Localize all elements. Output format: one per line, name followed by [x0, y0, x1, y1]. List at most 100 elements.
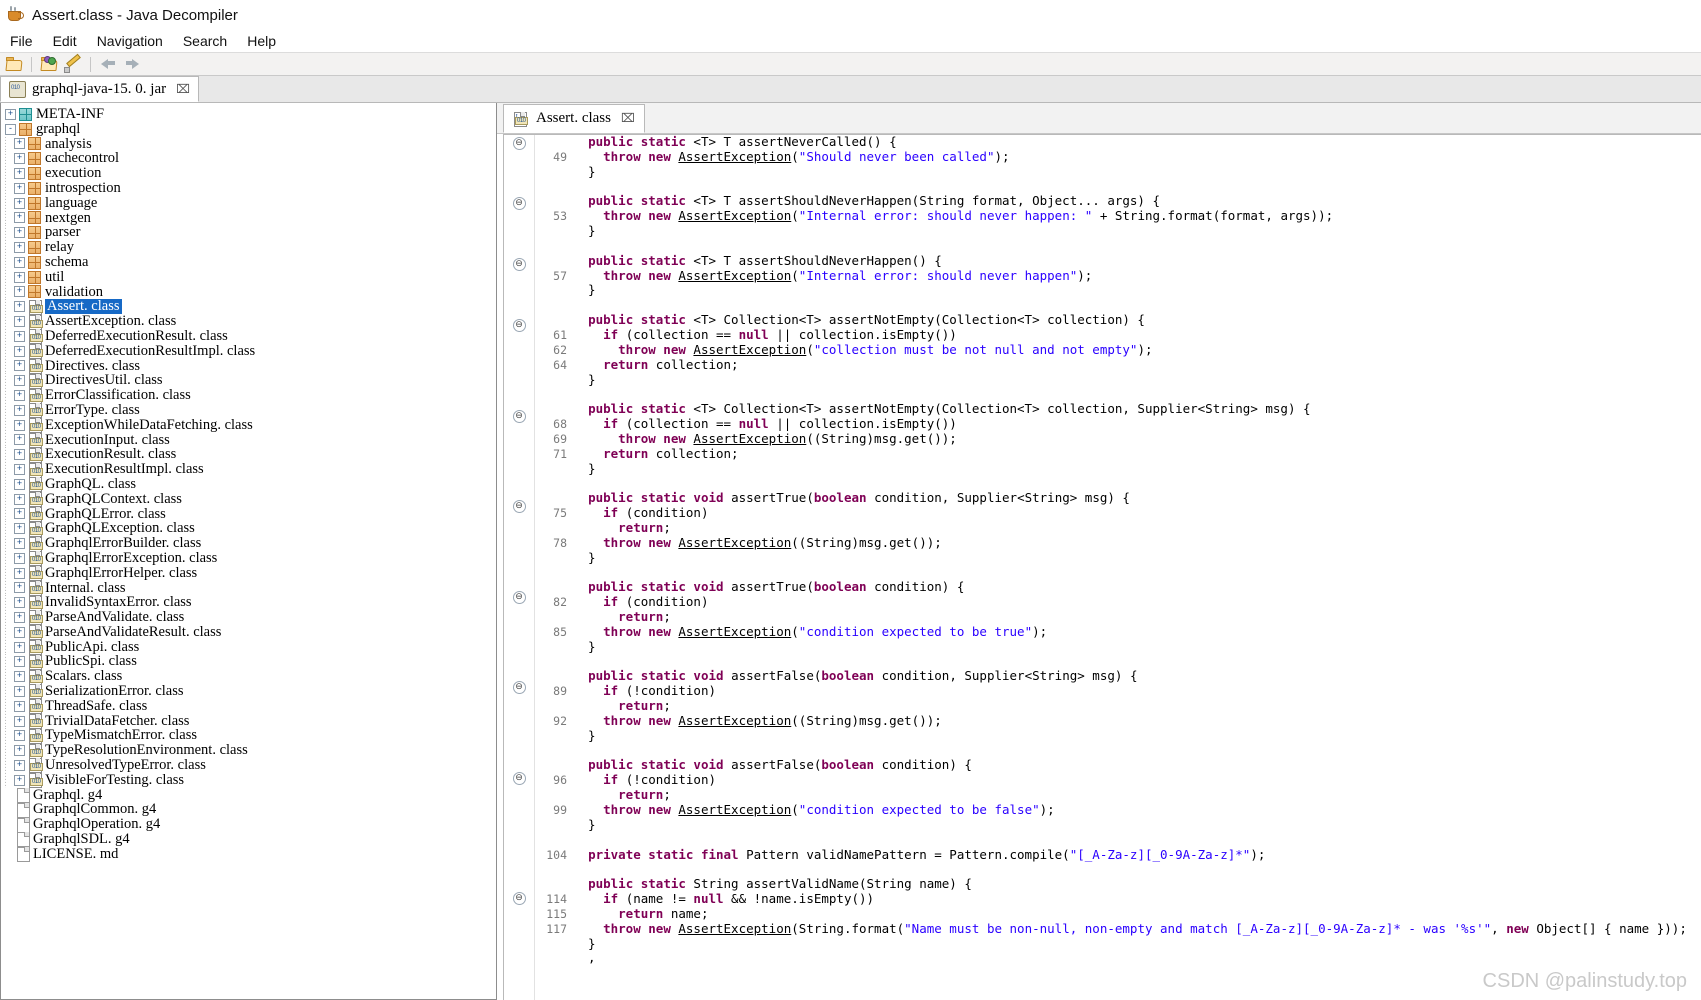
fold-marker[interactable]: ⊖	[512, 197, 526, 211]
tree-item[interactable]: LICENSE. md	[5, 847, 496, 863]
open-type-icon[interactable]	[39, 55, 59, 73]
code-line[interactable]: }	[573, 372, 1701, 388]
tree-item[interactable]: + execution	[5, 166, 496, 181]
tree-item[interactable]: +J010GraphQLContext. class	[5, 491, 496, 508]
tree-item[interactable]: + parser	[5, 225, 496, 241]
expand-toggle-icon[interactable]: +	[14, 419, 25, 431]
code-line[interactable]: public static <T> Collection<T> assertNo…	[573, 401, 1701, 417]
tree-item[interactable]: +J010ParseAndValidateResult. class	[5, 625, 496, 641]
fold-marker[interactable]: ⊖	[512, 590, 526, 604]
menu-item-file[interactable]: File	[8, 32, 35, 50]
code-line[interactable]	[573, 239, 1701, 254]
fold-marker[interactable]: ⊖	[512, 319, 526, 333]
expand-toggle-icon[interactable]: +	[14, 212, 25, 224]
code-line[interactable]: return;	[573, 520, 1701, 536]
code-line[interactable]: return;	[573, 698, 1701, 714]
expand-toggle-icon[interactable]: +	[14, 626, 25, 638]
fold-toggle-icon[interactable]: ⊖	[504, 409, 534, 425]
menu-item-search[interactable]: Search	[181, 32, 229, 50]
fold-marker[interactable]: ⊖	[512, 409, 526, 423]
tree-item[interactable]: +J010DeferredExecutionResult. class	[5, 329, 496, 345]
expand-toggle-icon[interactable]: +	[14, 730, 25, 742]
jar-tab[interactable]: graphql-java-15. 0. jar ⌧	[0, 76, 199, 102]
tree-item[interactable]: +J010ExceptionWhileDataFetching. class	[5, 417, 496, 434]
expand-toggle-icon[interactable]: +	[14, 552, 25, 564]
code-line[interactable]	[573, 655, 1701, 670]
code-line[interactable]: throw new AssertException("Internal erro…	[573, 268, 1701, 284]
close-icon[interactable]: ⌧	[621, 111, 635, 126]
code-line[interactable]: public static <T> T assertShouldNeverHap…	[573, 253, 1701, 269]
code-line[interactable]: if (condition)	[573, 505, 1701, 521]
expand-toggle-icon[interactable]: +	[14, 464, 25, 476]
fold-toggle-icon[interactable]: ⊖	[504, 319, 534, 334]
tree-item[interactable]: +J010TypeMismatchError. class	[5, 728, 496, 744]
expand-toggle-icon[interactable]: +	[14, 656, 25, 668]
fold-toggle-icon[interactable]: ⊖	[504, 500, 534, 515]
code-line[interactable]: }	[573, 728, 1701, 744]
expand-toggle-icon[interactable]: +	[14, 330, 25, 342]
tree-item[interactable]: +J010GraphqlErrorBuilder. class	[5, 536, 496, 552]
menu-item-help[interactable]: Help	[245, 32, 278, 50]
code-line[interactable]: public static String assertValidName(Str…	[573, 876, 1701, 892]
expand-toggle-icon[interactable]: +	[14, 493, 25, 505]
expand-toggle-icon[interactable]: +	[14, 611, 25, 623]
expand-toggle-icon[interactable]: +	[14, 345, 25, 357]
code-line[interactable]	[573, 565, 1701, 580]
fold-toggle-icon[interactable]: ⊖	[504, 892, 534, 907]
code-line[interactable]: public static void assertFalse(boolean c…	[573, 758, 1701, 773]
tree-item[interactable]: + schema	[5, 255, 496, 270]
code-line[interactable]	[573, 476, 1701, 491]
expand-toggle-icon[interactable]: +	[14, 182, 25, 194]
code-line[interactable]: public static <T> T assertNeverCalled() …	[573, 135, 1701, 150]
code-line[interactable]: throw new AssertException("condition exp…	[573, 624, 1701, 640]
tree-item[interactable]: + language	[5, 195, 496, 211]
tree-item[interactable]: - graphql	[5, 121, 496, 137]
expand-toggle-icon[interactable]: +	[14, 375, 25, 387]
tree-item[interactable]: + analysis	[5, 136, 496, 152]
code-line[interactable]: return collection;	[573, 446, 1701, 462]
tree-item[interactable]: +J010GraphQLError. class	[5, 506, 496, 522]
tree-item[interactable]: + introspection	[5, 181, 496, 196]
code-content[interactable]: public static <T> T assertNeverCalled() …	[573, 135, 1701, 1000]
code-line[interactable]: throw new AssertException ((String)msg.ge…	[573, 713, 1701, 729]
code-line[interactable]: }	[573, 223, 1701, 239]
fold-marker[interactable]: ⊖	[512, 500, 526, 514]
code-line[interactable]: throw new AssertException("Should never …	[573, 149, 1701, 165]
code-line[interactable]: return;	[573, 787, 1701, 803]
code-line[interactable]: ,	[573, 951, 1701, 966]
tree-item[interactable]: +J010ExecutionResult. class	[5, 447, 496, 463]
code-line[interactable]: public static void assertFalse(boolean c…	[573, 669, 1701, 684]
tree-item[interactable]: +J010PublicApi. class	[5, 639, 496, 656]
expand-toggle-icon[interactable]: +	[14, 286, 25, 298]
code-line[interactable]	[573, 387, 1701, 402]
code-line[interactable]: return name;	[573, 906, 1701, 922]
code-line[interactable]	[573, 180, 1701, 195]
tree-item[interactable]: +J010DeferredExecutionResultImpl. class	[5, 343, 496, 360]
expand-toggle-icon[interactable]: +	[14, 523, 25, 535]
tree-item[interactable]: +J010UnresolvedTypeError. class	[5, 758, 496, 774]
code-line[interactable]: if (collection == null || collection.isE…	[573, 327, 1701, 343]
tree-item[interactable]: Graphql. g4	[5, 787, 496, 804]
tree-item[interactable]: +J010Directives. class	[5, 358, 496, 374]
expand-toggle-icon[interactable]: +	[14, 478, 25, 490]
expand-toggle-icon[interactable]: +	[14, 301, 25, 313]
tree-item[interactable]: +J010SerializationError. class	[5, 684, 496, 700]
expand-toggle-icon[interactable]: +	[14, 597, 25, 609]
expand-toggle-icon[interactable]: +	[14, 508, 25, 520]
code-line[interactable]: }	[573, 461, 1701, 477]
expand-toggle-icon[interactable]: +	[14, 271, 25, 283]
tree-item[interactable]: +J010ExecutionInput. class	[5, 432, 496, 448]
tree-item[interactable]: GraphqlCommon. g4	[5, 802, 496, 818]
expand-toggle-icon[interactable]: +	[14, 641, 25, 653]
tree-item[interactable]: +J010GraphQLException. class	[5, 521, 496, 537]
code-line[interactable]: }	[573, 283, 1701, 298]
tree-item[interactable]: +J010GraphqlErrorException. class	[5, 551, 496, 567]
tree-item[interactable]: + relay	[5, 240, 496, 255]
code-line[interactable]: throw new AssertException("Internal erro…	[573, 208, 1701, 224]
code-line[interactable]	[573, 833, 1701, 848]
expand-toggle-icon[interactable]: +	[14, 759, 25, 771]
code-line[interactable]: }	[573, 817, 1701, 833]
expand-toggle-icon[interactable]: +	[14, 227, 25, 239]
fold-toggle-icon[interactable]: ⊖	[504, 136, 534, 152]
code-line[interactable]: throw new AssertException("condition exp…	[573, 802, 1701, 818]
